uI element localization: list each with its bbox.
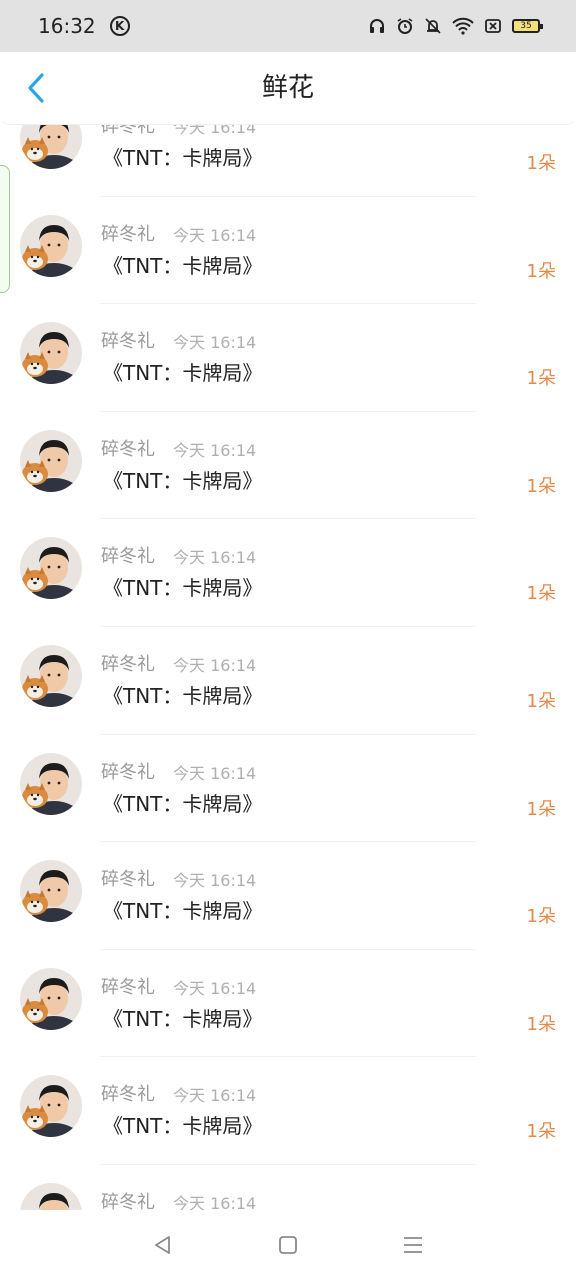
sender-name: 碎冬礼 xyxy=(101,869,155,891)
flower-count: 1朵 xyxy=(526,1121,556,1143)
battery-icon: 35 xyxy=(512,19,543,33)
avatar-image xyxy=(20,967,82,1030)
menu-lines-icon xyxy=(404,1237,423,1253)
sender-name: 碎冬礼 xyxy=(101,1084,155,1106)
work-title: 《TNT：卡牌局》 xyxy=(103,899,263,924)
sent-time: 今天 16:14 xyxy=(173,1193,257,1210)
work-title: 《TNT：卡牌局》 xyxy=(103,468,263,493)
avatar-image xyxy=(20,322,82,385)
avatar-image xyxy=(20,125,82,169)
work-title: 《TNT：卡牌局》 xyxy=(103,1114,263,1139)
work-title: 《TNT：卡牌局》 xyxy=(103,146,263,170)
sent-time: 今天 16:14 xyxy=(173,871,257,891)
chevron-left-icon xyxy=(28,73,44,103)
avatar[interactable] xyxy=(20,860,82,923)
avatar[interactable] xyxy=(20,322,82,385)
sent-time: 今天 16:14 xyxy=(173,548,257,568)
system-nav-bar xyxy=(0,1210,576,1280)
list-item[interactable]: 碎冬礼 今天 16:14 《TNT：卡牌局》 1朵 xyxy=(0,197,576,305)
flower-count: 1朵 xyxy=(526,690,556,712)
avatar-image xyxy=(20,644,82,707)
sender-name: 碎冬礼 xyxy=(101,976,155,998)
avatar-image xyxy=(20,1075,82,1138)
flower-count: 1朵 xyxy=(526,583,556,605)
alarm-icon xyxy=(397,18,413,34)
flower-count: 1朵 xyxy=(526,475,556,497)
sender-name: 碎冬礼 xyxy=(101,546,155,568)
sender-name: 碎冬礼 xyxy=(101,223,155,245)
avatar[interactable] xyxy=(20,644,82,707)
flower-count: 1朵 xyxy=(526,1013,556,1035)
avatar[interactable] xyxy=(20,1182,82,1210)
flower-count: 1朵 xyxy=(526,260,556,282)
sent-time: 今天 16:14 xyxy=(173,333,257,353)
avatar-image xyxy=(20,1182,82,1210)
triangle-back-icon xyxy=(154,1236,170,1254)
status-time: 16:32 xyxy=(38,14,96,38)
flower-count: 1朵 xyxy=(526,906,556,928)
status-bar: 16:32 K 35 xyxy=(0,0,576,52)
avatar[interactable] xyxy=(20,125,82,169)
list-item[interactable]: 碎冬礼 今天 16:14 《TNT：卡牌局》 1朵 xyxy=(0,519,576,627)
sent-time: 今天 16:14 xyxy=(173,763,257,783)
flower-count: 1朵 xyxy=(526,368,556,390)
sent-time: 今天 16:14 xyxy=(173,978,257,998)
sender-name: 碎冬礼 xyxy=(101,331,155,353)
floating-side-tab[interactable] xyxy=(0,165,10,293)
flower-count: 1朵 xyxy=(526,153,556,174)
work-title: 《TNT：卡牌局》 xyxy=(103,683,263,708)
k-app-icon: K xyxy=(109,16,130,36)
flower-gift-list: 碎冬礼 今天 16:14 《TNT：卡牌局》 1朵 碎冬礼 今天 16:14 《… xyxy=(0,125,576,1210)
avatar-image xyxy=(20,429,82,492)
avatar[interactable] xyxy=(20,214,82,277)
wifi-icon xyxy=(452,17,474,35)
avatar-image xyxy=(20,752,82,815)
square-home-icon xyxy=(279,1236,297,1254)
avatar[interactable] xyxy=(20,967,82,1030)
avatar[interactable] xyxy=(20,752,82,815)
sender-name: 碎冬礼 xyxy=(101,653,155,675)
work-title: 《TNT：卡牌局》 xyxy=(103,791,263,816)
list-item[interactable]: 碎冬礼 今天 16:14 《TNT：卡牌局》 1朵 xyxy=(0,1165,576,1210)
sender-name: 碎冬礼 xyxy=(101,125,155,137)
sender-name: 碎冬礼 xyxy=(101,438,155,460)
avatar[interactable] xyxy=(20,429,82,492)
bell-mute-icon xyxy=(425,18,441,34)
page-title: 鲜花 xyxy=(261,73,314,103)
list-item[interactable]: 碎冬礼 今天 16:14 《TNT：卡牌局》 1朵 xyxy=(0,412,576,520)
sent-time: 今天 16:14 xyxy=(173,225,257,245)
sent-time: 今天 16:14 xyxy=(173,655,257,675)
nav-menu-button[interactable] xyxy=(393,1225,433,1265)
list-item[interactable]: 碎冬礼 今天 16:14 《TNT：卡牌局》 1朵 xyxy=(0,842,576,950)
back-button[interactable] xyxy=(14,66,58,110)
sent-time: 今天 16:14 xyxy=(173,440,257,460)
headset-icon xyxy=(370,19,384,33)
page-header: 鲜花 xyxy=(0,52,576,125)
list-item[interactable]: 碎冬礼 今天 16:14 《TNT：卡牌局》 1朵 xyxy=(0,304,576,412)
list-item[interactable]: 碎冬礼 今天 16:14 《TNT：卡牌局》 1朵 xyxy=(0,125,576,197)
list-item[interactable]: 碎冬礼 今天 16:14 《TNT：卡牌局》 1朵 xyxy=(0,950,576,1058)
sim-off-icon xyxy=(485,19,501,33)
sent-time: 今天 16:14 xyxy=(173,1086,257,1106)
work-title: 《TNT：卡牌局》 xyxy=(103,361,263,386)
work-title: 《TNT：卡牌局》 xyxy=(103,576,263,601)
work-title: 《TNT：卡牌局》 xyxy=(103,1006,263,1031)
list-item[interactable]: 碎冬礼 今天 16:14 《TNT：卡牌局》 1朵 xyxy=(0,735,576,843)
avatar[interactable] xyxy=(20,1075,82,1138)
list-item[interactable]: 碎冬礼 今天 16:14 《TNT：卡牌局》 1朵 xyxy=(0,627,576,735)
sent-time: 今天 16:14 xyxy=(173,125,257,137)
flower-count: 1朵 xyxy=(526,798,556,820)
nav-back-button[interactable] xyxy=(143,1225,183,1265)
avatar-image xyxy=(20,537,82,600)
avatar[interactable] xyxy=(20,537,82,600)
list-item[interactable]: 碎冬礼 今天 16:14 《TNT：卡牌局》 1朵 xyxy=(0,1057,576,1165)
nav-home-button[interactable] xyxy=(268,1225,308,1265)
sender-name: 碎冬礼 xyxy=(101,761,155,783)
status-icons: 35 xyxy=(368,17,543,35)
avatar-image xyxy=(20,860,82,923)
sender-name: 碎冬礼 xyxy=(101,1191,155,1210)
work-title: 《TNT：卡牌局》 xyxy=(103,253,263,278)
avatar-image xyxy=(20,214,82,277)
